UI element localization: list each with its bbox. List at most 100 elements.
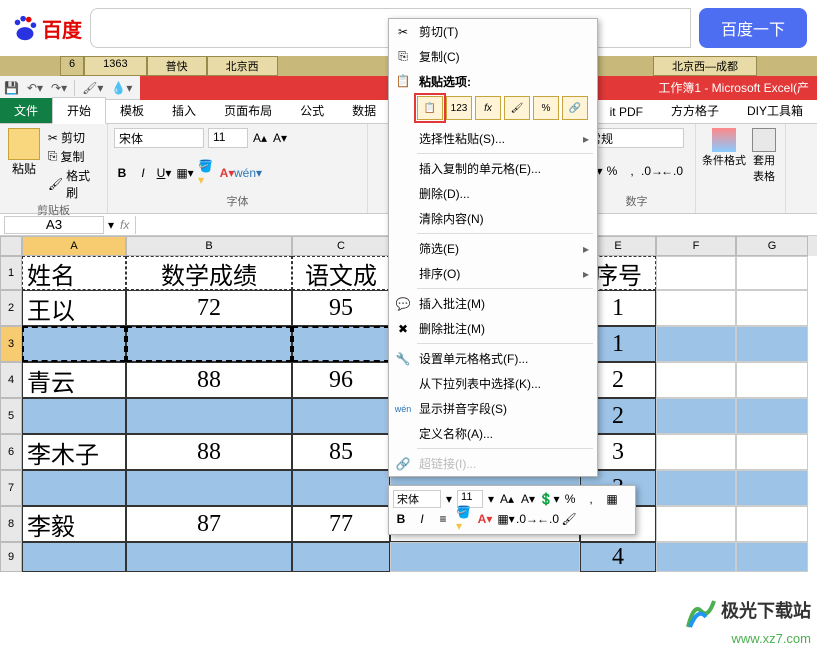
cell[interactable]	[656, 398, 736, 434]
cell[interactable]	[736, 290, 808, 326]
underline-button[interactable]: U▾	[156, 165, 172, 181]
fill-color-button[interactable]: 🪣▾	[198, 165, 214, 181]
ctx-cut[interactable]: ✂剪切(T)	[389, 19, 597, 44]
cell[interactable]: 88	[126, 434, 292, 470]
cell[interactable]	[22, 398, 126, 434]
cell[interactable]	[126, 470, 292, 506]
paste-opt-percent[interactable]: %	[533, 96, 559, 120]
ctx-insert-comment[interactable]: 💬插入批注(M)	[389, 291, 597, 316]
number-format-combo[interactable]: 常规	[584, 128, 684, 148]
cell[interactable]: 72	[126, 290, 292, 326]
format-painter-button[interactable]: 🖌格式刷	[46, 166, 101, 202]
row-header[interactable]: 3	[0, 326, 22, 362]
row-header[interactable]: 5	[0, 398, 22, 434]
cell[interactable]	[736, 398, 808, 434]
ctx-delete[interactable]: 删除(D)...	[389, 181, 597, 206]
cell[interactable]: 4	[580, 542, 656, 572]
col-header[interactable]: F	[656, 236, 736, 256]
mini-shrink-font-icon[interactable]: A▾	[520, 491, 536, 507]
tab-data[interactable]: 数据	[338, 98, 390, 123]
cell[interactable]: 96	[292, 362, 390, 398]
qat-eyedrop-icon[interactable]: 💧▾	[107, 79, 136, 97]
cell[interactable]	[656, 542, 736, 572]
col-header[interactable]: C	[292, 236, 390, 256]
paste-button[interactable]: 粘贴	[6, 128, 42, 202]
cell[interactable]	[736, 506, 808, 542]
bold-button[interactable]: B	[114, 165, 130, 181]
row-header[interactable]: 6	[0, 434, 22, 470]
table-format-button[interactable]: 套用 表格	[752, 128, 776, 184]
mini-inc-dec-icon[interactable]: .0→	[519, 511, 535, 527]
copy-button[interactable]: ⎘复制	[46, 147, 101, 166]
inc-decimal-icon[interactable]: .0→	[644, 163, 660, 179]
cell[interactable]: 87	[126, 506, 292, 542]
mini-fill-button[interactable]: 🪣▾	[456, 511, 472, 527]
qat-brush-icon[interactable]: 🖌▾	[78, 79, 107, 97]
cell[interactable]	[22, 542, 126, 572]
tab-pdf[interactable]: it PDF	[596, 101, 657, 123]
row-header[interactable]: 7	[0, 470, 22, 506]
mini-font-combo[interactable]: 宋体	[393, 490, 441, 508]
cell[interactable]	[22, 470, 126, 506]
cell[interactable]: 77	[292, 506, 390, 542]
cell[interactable]: 88	[126, 362, 292, 398]
station-tab-route[interactable]: 北京西—成都	[653, 56, 757, 76]
cell[interactable]	[736, 256, 808, 290]
cell[interactable]	[126, 398, 292, 434]
tab-diy[interactable]: DIY工具箱	[733, 98, 817, 123]
ctx-show-pinyin[interactable]: wén显示拼音字段(S)	[389, 396, 597, 421]
pinyin-button[interactable]: wén▾	[240, 165, 256, 181]
ctx-filter[interactable]: 筛选(E)	[389, 236, 597, 261]
tab-file[interactable]: 文件	[0, 98, 52, 123]
qat-undo-icon[interactable]: ↶▾	[23, 79, 47, 97]
paste-opt-formatting[interactable]: 🖌	[504, 96, 530, 120]
paste-opt-formulas[interactable]: fx	[475, 96, 501, 120]
cell[interactable]	[292, 326, 390, 362]
cell[interactable]	[22, 326, 126, 362]
col-header[interactable]: B	[126, 236, 292, 256]
cell[interactable]	[656, 256, 736, 290]
mini-border-button[interactable]: ▦▾	[498, 511, 514, 527]
cell[interactable]	[736, 470, 808, 506]
row-header[interactable]: 1	[0, 256, 22, 290]
ctx-pick-list[interactable]: 从下拉列表中选择(K)...	[389, 371, 597, 396]
name-box[interactable]	[4, 216, 104, 234]
italic-button[interactable]: I	[135, 165, 151, 181]
station-tab[interactable]: 北京西	[207, 56, 278, 76]
cell[interactable]	[292, 542, 390, 572]
mini-currency-icon[interactable]: 💲▾	[541, 491, 557, 507]
ctx-sort[interactable]: 排序(O)	[389, 261, 597, 286]
comma-icon[interactable]: ,	[624, 163, 640, 179]
row-header[interactable]: 4	[0, 362, 22, 398]
paste-opt-values[interactable]: 123	[446, 96, 472, 120]
cell[interactable]: 王以	[22, 290, 126, 326]
mini-font-color-button[interactable]: A▾	[477, 511, 493, 527]
cell[interactable]	[736, 362, 808, 398]
cell[interactable]	[126, 326, 292, 362]
row-header[interactable]: 9	[0, 542, 22, 572]
cell[interactable]	[736, 434, 808, 470]
font-name-combo[interactable]: 宋体	[114, 128, 204, 148]
row-header[interactable]: 2	[0, 290, 22, 326]
cut-button[interactable]: ✂剪切	[46, 128, 101, 147]
tab-insert[interactable]: 插入	[158, 98, 210, 123]
grow-font-icon[interactable]: A▴	[252, 130, 268, 146]
border-button[interactable]: ▦▾	[177, 165, 193, 181]
mini-brush-icon[interactable]: 🖌	[561, 511, 577, 527]
mini-grow-font-icon[interactable]: A▴	[499, 491, 515, 507]
mini-comma-icon[interactable]: ,	[583, 491, 599, 507]
shrink-font-icon[interactable]: A▾	[272, 130, 288, 146]
col-header[interactable]: G	[736, 236, 808, 256]
cell[interactable]	[390, 542, 580, 572]
tab-ffgz[interactable]: 方方格子	[657, 98, 733, 123]
cell[interactable]	[292, 398, 390, 434]
ctx-paste-special[interactable]: 选择性粘贴(S)...	[389, 126, 597, 151]
cell[interactable]	[656, 326, 736, 362]
tab-formula[interactable]: 公式	[286, 98, 338, 123]
station-tab[interactable]: 普快	[147, 56, 207, 76]
cell[interactable]: 姓名	[22, 256, 126, 290]
mini-border-icon[interactable]: ▦	[604, 491, 620, 507]
mini-italic-button[interactable]: I	[414, 511, 430, 527]
mini-align-button[interactable]: ≡	[435, 511, 451, 527]
cell[interactable]	[656, 362, 736, 398]
